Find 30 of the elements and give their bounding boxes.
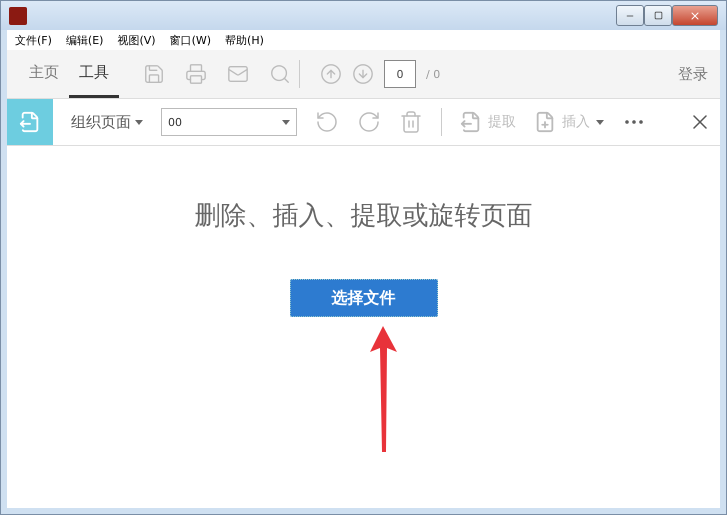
close-icon xyxy=(689,10,701,22)
page-number-field[interactable]: 0 xyxy=(384,60,416,88)
organize-pages-icon[interactable] xyxy=(7,99,53,145)
save-icon[interactable] xyxy=(143,63,165,85)
print-icon[interactable] xyxy=(185,63,207,85)
delete-icon[interactable] xyxy=(399,110,423,134)
file-export-icon xyxy=(460,111,482,133)
rotate-right-icon[interactable] xyxy=(357,110,381,134)
search-icon[interactable] xyxy=(269,63,291,85)
tool-title-dropdown[interactable]: 组织页面 xyxy=(71,112,143,132)
mail-icon[interactable] xyxy=(227,63,249,85)
sign-in-link[interactable]: 登录 xyxy=(678,64,708,84)
select-file-button[interactable]: 选择文件 xyxy=(290,279,438,317)
tab[interactable]: 主页 xyxy=(19,50,69,98)
tab[interactable]: 工具 xyxy=(69,50,119,98)
menu-item[interactable]: 视图(V) xyxy=(117,32,156,48)
close-button[interactable] xyxy=(672,5,718,26)
page-total: / 0 xyxy=(426,68,440,80)
rotate-left-icon[interactable] xyxy=(315,110,339,134)
menu-item[interactable]: 窗口(W) xyxy=(170,32,212,48)
page-range-select[interactable]: 00 xyxy=(161,108,297,136)
heading: 删除、插入、提取或旋转页面 xyxy=(194,200,532,233)
menu-item[interactable]: 帮助(H) xyxy=(225,32,264,48)
maximize-button[interactable] xyxy=(644,5,672,26)
menu-item[interactable]: 编辑(E) xyxy=(66,32,104,48)
app-logo-icon xyxy=(9,6,27,24)
file-plus-icon xyxy=(534,111,556,133)
maximize-icon xyxy=(654,11,662,20)
menu-item[interactable]: 文件(F) xyxy=(15,32,52,48)
minimize-button[interactable] xyxy=(616,5,644,26)
